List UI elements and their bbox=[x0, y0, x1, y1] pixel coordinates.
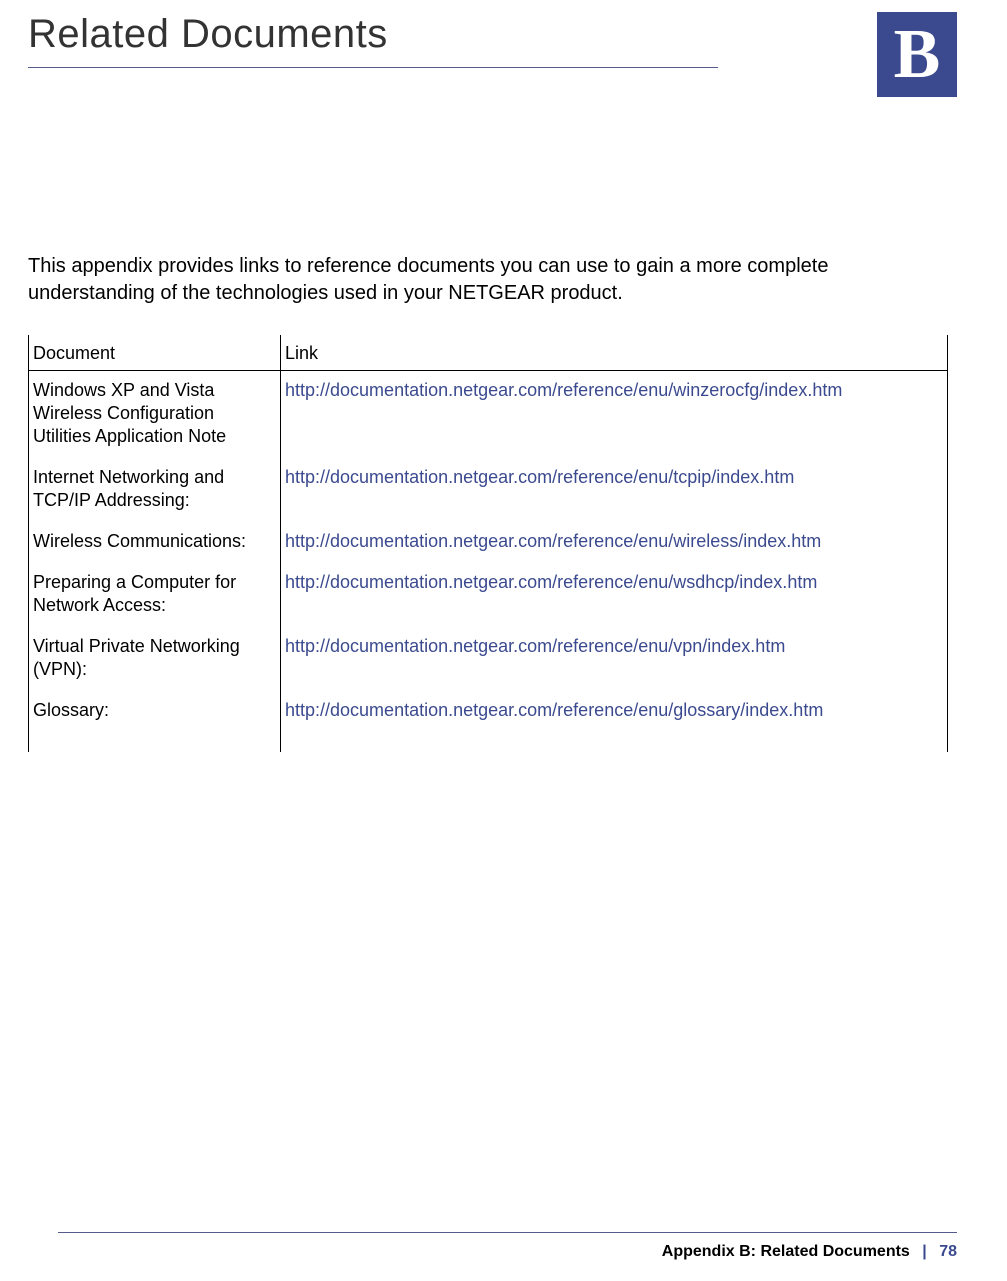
doc-link[interactable]: http://documentation.netgear.com/referen… bbox=[285, 531, 821, 551]
table-row: Glossary: http://documentation.netgear.c… bbox=[29, 691, 948, 752]
cell-document: Virtual Private Networking (VPN): bbox=[29, 627, 281, 691]
table-row: Wireless Communications: http://document… bbox=[29, 522, 948, 563]
cell-document: Wireless Communications: bbox=[29, 522, 281, 563]
cell-link: http://documentation.netgear.com/referen… bbox=[281, 458, 948, 522]
table-row: Internet Networking and TCP/IP Addressin… bbox=[29, 458, 948, 522]
page-footer: Appendix B: Related Documents | 78 bbox=[662, 1243, 957, 1261]
footer-rule bbox=[58, 1232, 957, 1233]
cell-link: http://documentation.netgear.com/referen… bbox=[281, 371, 948, 459]
doc-link[interactable]: http://documentation.netgear.com/referen… bbox=[285, 467, 794, 487]
table-row: Preparing a Computer for Network Access:… bbox=[29, 563, 948, 627]
table-header-row: Document Link bbox=[29, 335, 948, 371]
intro-paragraph: This appendix provides links to referenc… bbox=[0, 68, 1007, 307]
doc-link[interactable]: http://documentation.netgear.com/referen… bbox=[285, 636, 785, 656]
doc-link[interactable]: http://documentation.netgear.com/referen… bbox=[285, 380, 842, 400]
cell-link: http://documentation.netgear.com/referen… bbox=[281, 563, 948, 627]
table-row: Windows XP and Vista Wireless Configurat… bbox=[29, 371, 948, 459]
footer-separator: | bbox=[914, 1243, 934, 1260]
page-title: Related Documents bbox=[0, 0, 1007, 57]
cell-document: Preparing a Computer for Network Access: bbox=[29, 563, 281, 627]
doc-link[interactable]: http://documentation.netgear.com/referen… bbox=[285, 700, 823, 720]
documents-table: Document Link Windows XP and Vista Wirel… bbox=[28, 335, 948, 752]
doc-link[interactable]: http://documentation.netgear.com/referen… bbox=[285, 572, 817, 592]
cell-document: Internet Networking and TCP/IP Addressin… bbox=[29, 458, 281, 522]
footer-label: Appendix B: Related Documents bbox=[662, 1243, 910, 1260]
cell-link: http://documentation.netgear.com/referen… bbox=[281, 522, 948, 563]
appendix-badge: B bbox=[877, 12, 957, 97]
footer-page-number: 78 bbox=[939, 1243, 957, 1260]
cell-link: http://documentation.netgear.com/referen… bbox=[281, 627, 948, 691]
cell-document: Windows XP and Vista Wireless Configurat… bbox=[29, 371, 281, 459]
cell-document: Glossary: bbox=[29, 691, 281, 752]
cell-link: http://documentation.netgear.com/referen… bbox=[281, 691, 948, 752]
header-document: Document bbox=[29, 335, 281, 371]
header-link: Link bbox=[281, 335, 948, 371]
table-row: Virtual Private Networking (VPN): http:/… bbox=[29, 627, 948, 691]
